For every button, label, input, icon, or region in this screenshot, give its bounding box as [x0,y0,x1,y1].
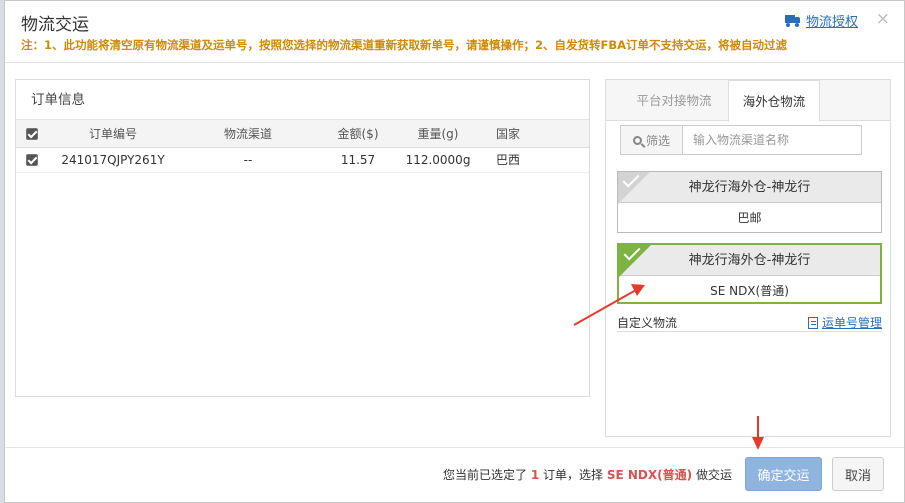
tracking-number-label: 运单号管理 [821,316,882,330]
tab-platform-logistics[interactable]: 平台对接物流 [620,80,728,121]
select-all-checkbox[interactable] [26,127,38,140]
summary-count: 1 [530,468,540,482]
channel-provider: 神龙行海外仓-神龙行 [618,172,881,203]
confirm-shipment-button[interactable]: 确定交运 [745,457,822,491]
close-icon[interactable]: × [876,9,890,29]
order-table-header: 订单编号 物流渠道 金额($) 重量(g) 国家 [16,120,589,147]
dialog-title: 物流交运 [21,15,89,35]
custom-logistics-label: 自定义物流 [617,316,678,330]
amount-cell: 11.57 [340,152,376,167]
col-amount: 金额($) [337,126,379,141]
summary-channel: SE NDX(普通) [606,468,693,482]
channel-tabs: 平台对接物流 海外仓物流 [606,80,890,122]
search-prefix: 筛选 [621,126,683,154]
channel-service: 巴邮 [737,211,762,225]
col-channel: 物流渠道 [223,126,272,141]
order-table: 订单编号 物流渠道 金额($) 重量(g) 国家 241017QJPY261Y … [16,120,589,173]
channel-search: 筛选 [620,125,862,155]
channel-search-input[interactable] [683,126,861,154]
row-select-cell [16,147,48,172]
warning-notice: 注：1、此功能将清空原有物流渠道及运单号，按照您选择的物流渠道重新获取新单号，请… [21,38,788,52]
order-info-title: 订单信息 [16,80,589,120]
summary-prefix: 您当前已选定了 [443,468,528,482]
logistics-auth-link[interactable]: 物流授权 [784,11,858,30]
truck-icon [784,15,800,27]
row-checkbox[interactable] [26,154,38,166]
dialog-footer: 您当前已选定了 1 订单，选择 SE NDX(普通) 做交运 确定交运 取消 [5,447,904,502]
document-icon [807,316,818,329]
order-no-cell: 241017QJPY261Y [61,152,165,167]
custom-logistics-row: 自定义物流 运单号管理 [617,314,882,332]
channel-card-se-ndx[interactable]: 神龙行海外仓-神龙行 SE NDX(普通) [617,243,882,304]
channel-card-bayou[interactable]: 神龙行海外仓-神龙行 巴邮 [617,171,882,233]
table-row[interactable]: 241017QJPY261Y -- 11.57 112.0000g 巴西 [16,147,589,172]
col-weight: 重量(g) [417,126,459,141]
summary-suffix: 做交运 [695,468,732,482]
channel-provider: 神龙行海外仓-神龙行 [619,245,880,276]
order-info-panel: 订单信息 订单编号 物流渠道 金额($) 重量(g) 国家 241017QJPY… [15,79,590,397]
channel-service: SE NDX(普通) [710,284,789,298]
summary-mid: 订单，选择 [543,468,604,482]
logistics-auth-label: 物流授权 [805,15,858,30]
selection-summary: 您当前已选定了 1 订单，选择 SE NDX(普通) 做交运 [443,466,732,483]
col-country: 国家 [495,126,520,141]
channel-cell: -- [243,152,253,167]
spacer-cell [538,147,589,172]
cancel-button[interactable]: 取消 [832,457,884,491]
col-spacer [538,120,589,147]
country-cell: 巴西 [495,153,520,167]
logistics-shipment-dialog: 物流交运 注：1、此功能将清空原有物流渠道及运单号，按照您选择的物流渠道重新获取… [4,0,905,503]
tracking-number-link[interactable]: 运单号管理 [807,314,882,331]
search-icon [632,135,642,145]
weight-cell: 112.0000g [405,152,471,167]
search-prefix-label: 筛选 [645,133,670,148]
col-order-no: 订单编号 [88,126,137,141]
select-all-cell [16,120,48,147]
tab-overseas-warehouse[interactable]: 海外仓物流 [728,80,820,122]
logistics-channel-panel: 平台对接物流 海外仓物流 筛选 神龙行海外仓-神龙行 巴邮 神龙行海外仓-神龙行… [605,79,891,437]
dialog-header: 物流交运 注：1、此功能将清空原有物流渠道及运单号，按照您选择的物流渠道重新获取… [5,1,904,63]
